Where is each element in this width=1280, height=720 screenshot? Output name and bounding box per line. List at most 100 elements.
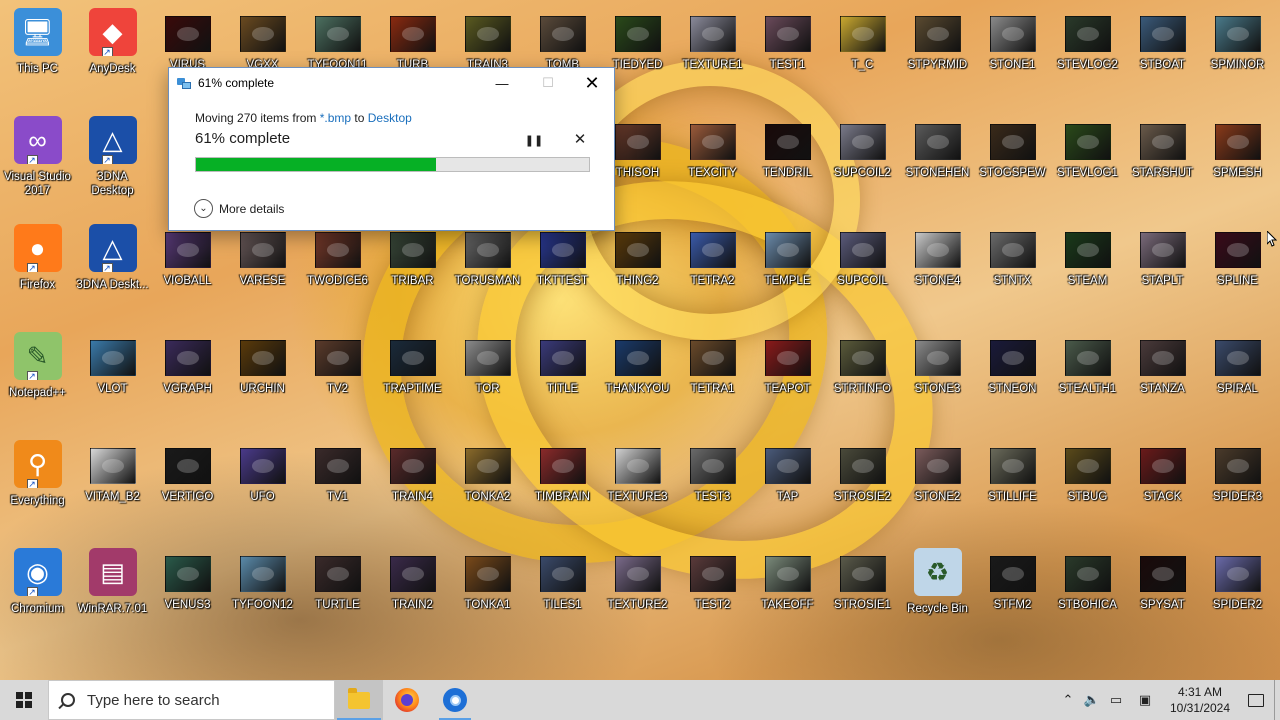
desktop-icon[interactable]: SPLINE — [1200, 216, 1275, 320]
desktop-icon[interactable]: STEVLOG1 — [1050, 108, 1125, 212]
more-details-toggle[interactable]: ⌄ More details — [194, 199, 284, 218]
desktop-icon[interactable]: STAPLT — [1125, 216, 1200, 320]
desktop-icon[interactable]: TEXTURE1 — [675, 0, 750, 104]
desktop-icon[interactable]: VLOT — [75, 324, 150, 428]
desktop-icon[interactable]: STEALTH1 — [1050, 324, 1125, 428]
desktop-icon[interactable]: TKTTEST — [525, 216, 600, 320]
desktop-icon[interactable]: ♻ Recycle Bin — [900, 540, 975, 644]
close-button[interactable]: ✕ — [569, 68, 615, 98]
desktop-icon[interactable]: SPIRAL — [1200, 324, 1275, 428]
desktop-icon[interactable]: STILLIFE — [975, 432, 1050, 536]
desktop-icon[interactable]: TETRA1 — [675, 324, 750, 428]
desktop-icon[interactable]: TIMBRAIN — [525, 432, 600, 536]
desktop-icon[interactable]: TITLE — [525, 324, 600, 428]
desktop-icon[interactable]: TEXCITY — [675, 108, 750, 212]
action-center-button[interactable] — [1238, 680, 1274, 720]
tray-notification-badge-icon[interactable]: ▣ — [1128, 680, 1162, 720]
desktop-icon[interactable]: STPYRMID — [900, 0, 975, 104]
desktop-icon[interactable]: STONE2 — [900, 432, 975, 536]
desktop-icon[interactable]: SPMESH — [1200, 108, 1275, 212]
desktop-icon[interactable]: STONEHEN — [900, 108, 975, 212]
desktop-icon[interactable]: TRAIN2 — [375, 540, 450, 644]
desktop-icon[interactable]: VERTIGO — [150, 432, 225, 536]
desktop-icon[interactable]: TV1 — [300, 432, 375, 536]
desktop-icon[interactable]: TRAIN4 — [375, 432, 450, 536]
desktop-icon[interactable]: TEMPLE — [750, 216, 825, 320]
desktop-icon[interactable]: VARESE — [225, 216, 300, 320]
desktop-icon[interactable]: TONKA2 — [450, 432, 525, 536]
dialog-titlebar[interactable]: 61% complete — ☐ ✕ — [169, 68, 614, 98]
show-hidden-icons-chevron-icon[interactable]: ⌃ — [1056, 680, 1080, 720]
desktop-icon[interactable]: STNEON — [975, 324, 1050, 428]
desktop-icon[interactable]: THING2 — [600, 216, 675, 320]
desktop-icon[interactable]: TRAPTIME — [375, 324, 450, 428]
desktop-icon[interactable]: STNTX — [975, 216, 1050, 320]
desktop-icon[interactable]: TAKEOFF — [750, 540, 825, 644]
desktop-icon[interactable]: TOR — [450, 324, 525, 428]
desktop-icon[interactable]: TWODICE6 — [300, 216, 375, 320]
desktop-icon[interactable]: THANKYOU — [600, 324, 675, 428]
volume-muted-icon[interactable]: 🔈 — [1080, 680, 1104, 720]
desktop-icon[interactable]: STEVLOG2 — [1050, 0, 1125, 104]
desktop-icon[interactable]: ⚲ ↗ Everything — [0, 432, 75, 536]
desktop-icon[interactable]: △ ↗ 3DNA Deskt... — [75, 216, 150, 320]
desktop-icon[interactable]: TRIBAR — [375, 216, 450, 320]
desktop-icon[interactable]: △ ↗ 3DNA Desktop — [75, 108, 150, 212]
desktop-icon[interactable]: STRTINFO — [825, 324, 900, 428]
cancel-button[interactable]: ✕ — [570, 129, 590, 149]
desktop-icon[interactable]: TAP — [750, 432, 825, 536]
desktop-icon[interactable]: STEAM — [1050, 216, 1125, 320]
desktop-icon[interactable]: SPYSAT — [1125, 540, 1200, 644]
desktop-icon[interactable]: 🖥 This PC — [0, 0, 75, 104]
pause-button[interactable]: ❚❚ — [524, 130, 544, 150]
show-desktop-button[interactable] — [1274, 680, 1280, 720]
desktop-icon[interactable]: SPIDER3 — [1200, 432, 1275, 536]
desktop-icon[interactable]: TURTLE — [300, 540, 375, 644]
desktop-icon[interactable]: URCHIN — [225, 324, 300, 428]
desktop-icon[interactable]: STFM2 — [975, 540, 1050, 644]
desktop-icon[interactable]: TENDRIL — [750, 108, 825, 212]
desktop-icon[interactable]: ∞ ↗ Visual Studio 2017 — [0, 108, 75, 212]
desktop-icon[interactable]: ◉ ↗ Chromium — [0, 540, 75, 644]
desktop-icon[interactable]: TORUSMAN — [450, 216, 525, 320]
desktop-icon[interactable]: SPIDER2 — [1200, 540, 1275, 644]
desktop-icon[interactable]: SUPCOIL2 — [825, 108, 900, 212]
desktop-icon[interactable]: STBOAT — [1125, 0, 1200, 104]
desktop-icon[interactable]: STBOHICA — [1050, 540, 1125, 644]
desktop-icon[interactable]: TEXTURE3 — [600, 432, 675, 536]
desktop-icon[interactable]: VGRAPH — [150, 324, 225, 428]
desktop-icon[interactable]: ◆ ↗ AnyDesk — [75, 0, 150, 104]
network-icon[interactable]: ▭ — [1104, 680, 1128, 720]
desktop-icon[interactable]: TETRA2 — [675, 216, 750, 320]
desktop-icon[interactable]: ▤ WinRAR.7.01 — [75, 540, 150, 644]
desktop-icon[interactable]: STONE3 — [900, 324, 975, 428]
destination-link[interactable]: Desktop — [368, 111, 412, 125]
desktop-icon[interactable]: ● ↗ Firefox — [0, 216, 75, 320]
taskbar-firefox[interactable] — [383, 680, 431, 720]
desktop-icon[interactable]: TILES1 — [525, 540, 600, 644]
desktop-icon[interactable]: SPMINOR — [1200, 0, 1275, 104]
start-button[interactable] — [0, 680, 48, 720]
desktop-icon[interactable]: ✎ ↗ Notepad++ — [0, 324, 75, 428]
desktop-icon[interactable]: STBUG — [1050, 432, 1125, 536]
desktop-icon[interactable]: VITAM_B2 — [75, 432, 150, 536]
desktop-icon[interactable]: UFO — [225, 432, 300, 536]
desktop-icon[interactable]: SUPCOIL — [825, 216, 900, 320]
desktop-icon[interactable]: TONKA1 — [450, 540, 525, 644]
desktop-icon[interactable]: T_C — [825, 0, 900, 104]
desktop-icon[interactable]: STROSIE2 — [825, 432, 900, 536]
minimize-button[interactable]: — — [479, 68, 525, 98]
desktop-icon[interactable]: TYFOON12 — [225, 540, 300, 644]
desktop-icon[interactable]: STONE1 — [975, 0, 1050, 104]
source-link[interactable]: *.bmp — [320, 111, 351, 125]
desktop-icon[interactable]: TEST1 — [750, 0, 825, 104]
desktop-icon[interactable]: STACK — [1125, 432, 1200, 536]
desktop-icon[interactable]: TEXTURE2 — [600, 540, 675, 644]
desktop-icon[interactable]: STOGSPEW — [975, 108, 1050, 212]
clock[interactable]: 4:31 AM 10/31/2024 — [1162, 684, 1238, 716]
taskbar-chromium[interactable] — [431, 680, 479, 720]
desktop-icon[interactable]: STONE4 — [900, 216, 975, 320]
desktop-icon[interactable]: VENUS3 — [150, 540, 225, 644]
desktop-icon[interactable]: STARSHUT — [1125, 108, 1200, 212]
desktop-icon[interactable]: VIOBALL — [150, 216, 225, 320]
